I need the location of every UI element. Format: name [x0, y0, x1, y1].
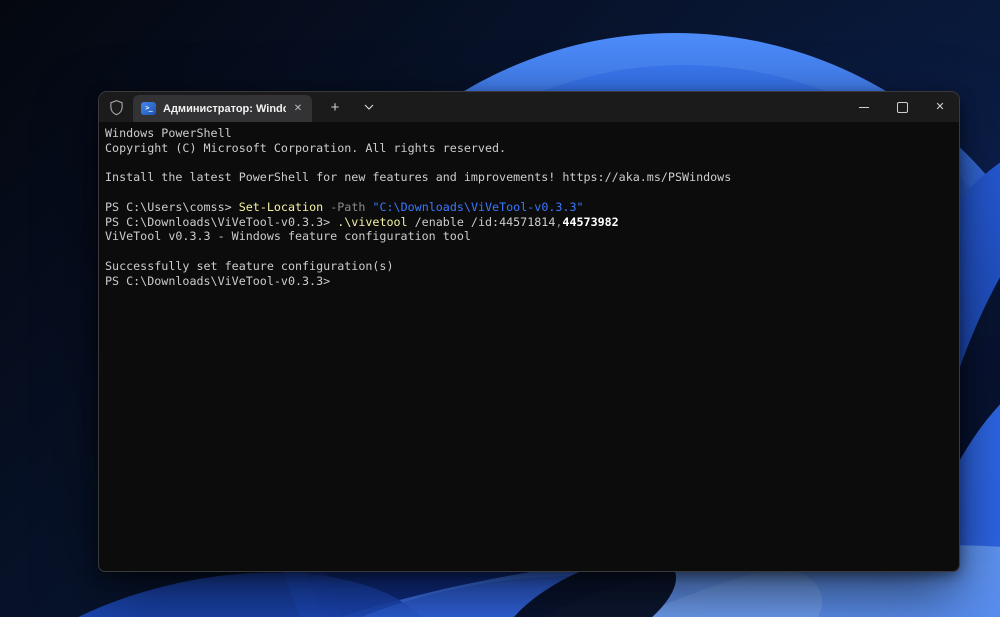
- terminal-text-span: ViVeTool v0.3.3 - Windows feature config…: [105, 229, 471, 244]
- terminal-line: Install the latest PowerShell for new fe…: [105, 170, 953, 185]
- terminal-text-span: PS C:\Downloads\ViVeTool-v0.3.3>: [105, 214, 338, 229]
- close-icon: ✕: [935, 100, 945, 113]
- minimize-button[interactable]: [845, 92, 883, 122]
- terminal-text-span: -Path: [330, 199, 366, 214]
- terminal-line: ViVeTool v0.3.3 - Windows feature config…: [105, 229, 953, 244]
- caption-buttons: ✕: [845, 92, 959, 122]
- tab-close-icon[interactable]: ✕: [290, 101, 306, 117]
- terminal-line: Successfully set feature configuration(s…: [105, 259, 953, 274]
- terminal-text-span: 44573982: [562, 214, 619, 229]
- terminal-text-span: PS C:\Users\comss>: [105, 199, 239, 214]
- terminal-output[interactable]: Windows PowerShell Copyright (C) Microsof…: [99, 122, 959, 571]
- terminal-text-span: "C:\Downloads\ViVeTool-v0.3.3": [372, 199, 584, 214]
- terminal-line: Copyright (C) Microsoft Corporation. All…: [105, 141, 953, 156]
- terminal-window: >_ Администратор: Windows PowerShell ✕ +…: [98, 91, 960, 572]
- terminal-line: PS C:\Users\comss> Set-Location -Path "C…: [105, 200, 953, 215]
- terminal-text-span: .\vivetool: [337, 214, 408, 229]
- terminal-line: PS C:\Downloads\ViVeTool-v0.3.3> .\vivet…: [105, 215, 953, 230]
- terminal-text-span: PS C:\Downloads\ViVeTool-v0.3.3>: [105, 273, 331, 288]
- terminal-text-span: Windows PowerShell: [105, 126, 232, 140]
- terminal-text-span: Install the latest PowerShell for new fe…: [105, 170, 732, 185]
- chevron-down-icon: [364, 104, 374, 110]
- powershell-icon: >_: [141, 102, 156, 115]
- terminal-text-span: Set-Location: [238, 199, 324, 214]
- terminal-line: Windows PowerShell: [105, 126, 953, 141]
- close-button[interactable]: ✕: [921, 92, 959, 122]
- new-tab-button[interactable]: +: [322, 94, 348, 120]
- maximize-icon: [896, 101, 908, 113]
- maximize-button[interactable]: [883, 92, 921, 122]
- admin-shield-wrap: [99, 92, 133, 122]
- terminal-line: PS C:\Downloads\ViVeTool-v0.3.3>: [105, 274, 953, 289]
- shield-icon: [109, 99, 123, 115]
- minimize-icon: [859, 106, 869, 108]
- tab-title: Администратор: Windows PowerShell: [163, 102, 286, 115]
- terminal-text-span: /enable /id:44571814: [407, 214, 556, 229]
- terminal-text-span: Copyright (C) Microsoft Corporation. All…: [105, 140, 507, 155]
- titlebar[interactable]: >_ Администратор: Windows PowerShell ✕ +…: [99, 92, 959, 122]
- tab-dropdown-button[interactable]: [356, 94, 382, 120]
- tab-powershell[interactable]: >_ Администратор: Windows PowerShell ✕: [133, 95, 312, 122]
- terminal-text-span: Successfully set feature configuration(s…: [105, 258, 394, 273]
